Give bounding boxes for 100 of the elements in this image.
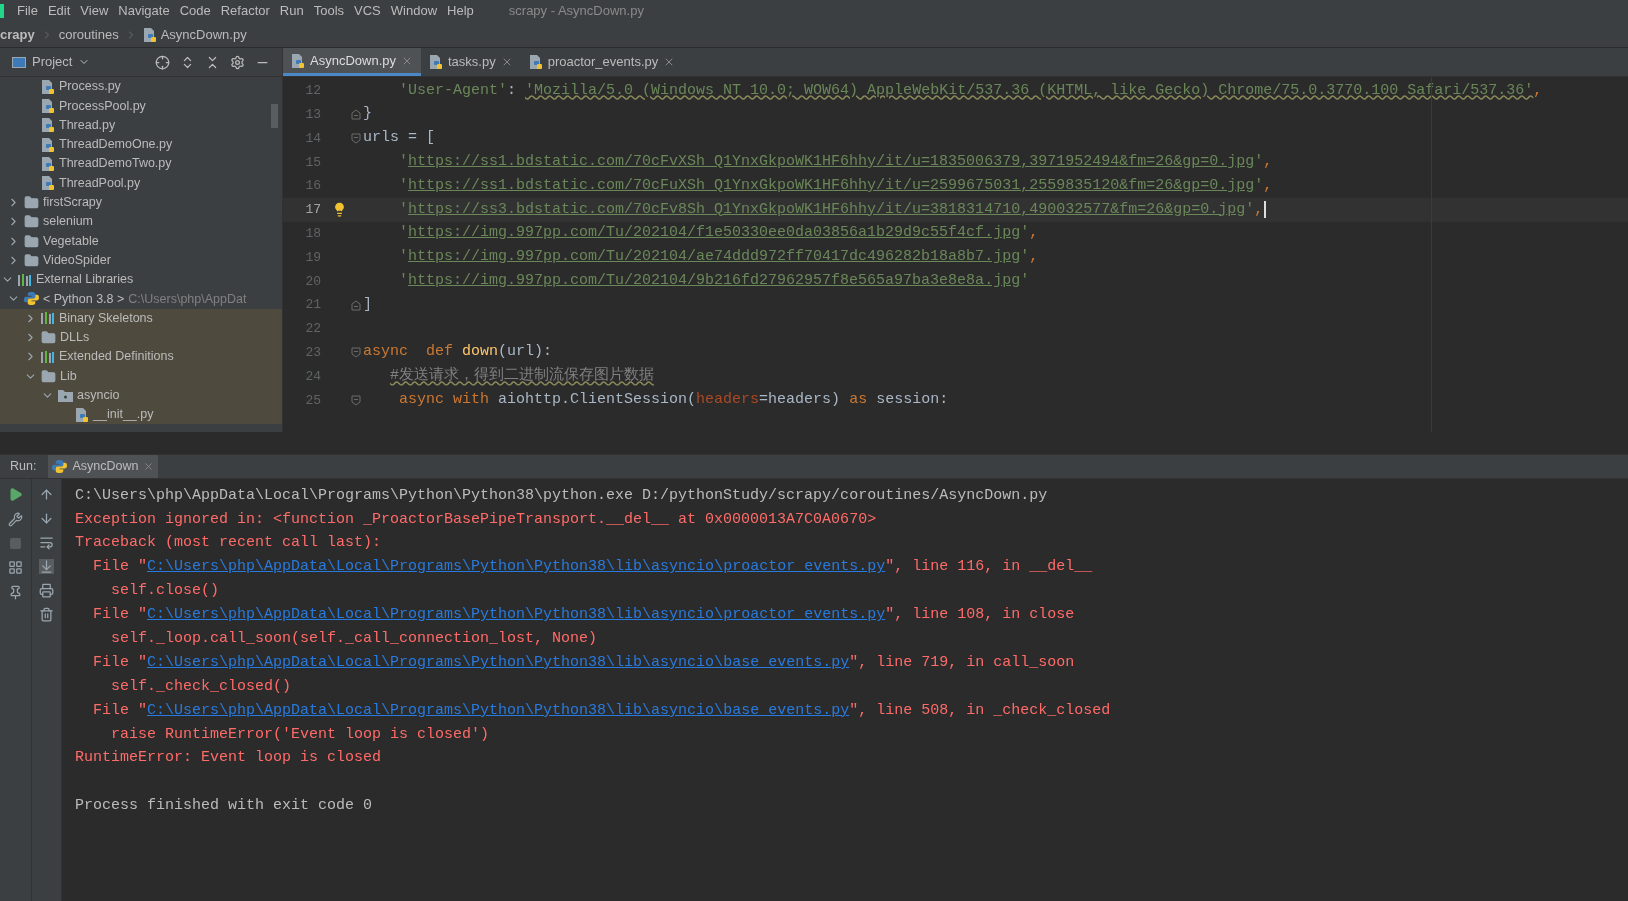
menu-item[interactable]: Refactor	[215, 1, 275, 21]
code-token: as	[849, 390, 869, 410]
trash-icon[interactable]	[39, 607, 54, 622]
soft-wrap-icon[interactable]	[39, 535, 54, 550]
console-text: File "	[93, 557, 148, 578]
menu-item[interactable]: Tools	[308, 1, 350, 21]
run-label: Run:	[10, 458, 37, 476]
run-icon[interactable]	[8, 487, 23, 502]
breadcrumb-item[interactable]: AsyncDown.py	[142, 24, 247, 45]
tree-item[interactable]: asyncio	[0, 385, 282, 406]
scroll-to-end-icon[interactable]	[39, 559, 54, 574]
project-view-dropdown[interactable]: Project	[12, 52, 91, 72]
code-token: down	[462, 342, 499, 363]
menu-item[interactable]: Edit	[42, 1, 76, 21]
tree-item[interactable]: Binary Skeletons	[0, 308, 282, 328]
fold-marker-icon[interactable]	[351, 394, 361, 406]
file-link[interactable]: C:\Users\php\AppData\Local\Programs\Python\Python38\lib\asyncio\base_events.py	[147, 651, 850, 675]
console-text: Exception ignored in: <function _ProactorBasePipeTransport.__del__ at 0x0000013A7C0A0670>	[75, 509, 877, 530]
tree-item[interactable]: Thread.py	[0, 115, 282, 135]
layout-icon[interactable]	[8, 560, 23, 575]
close-icon[interactable]	[143, 461, 155, 472]
editor-tab[interactable]: AsyncDown.py	[283, 48, 421, 76]
python-logo-icon	[24, 291, 39, 307]
tree-item[interactable]: DLLs	[0, 327, 282, 348]
fold-marker-icon[interactable]	[351, 299, 361, 311]
console-text: RuntimeError: Event loop is closed	[75, 748, 382, 769]
tree-item[interactable]: ThreadDemoOne.py	[0, 134, 282, 155]
fold-marker-icon[interactable]	[351, 347, 361, 359]
code-token: =headers)	[759, 390, 842, 410]
line-number: 17	[304, 201, 321, 220]
menu-item[interactable]: View	[75, 1, 114, 21]
console-text: C:\Users\php\AppData\Local\Programs\Python\Python38\python.exe D:/pythonStudy/scrapy/coroutines/AsyncDown.py	[75, 485, 1048, 506]
console-text: self._check_closed()	[111, 676, 292, 697]
console-text: Process finished with exit code 0	[75, 796, 373, 817]
code-token: '	[399, 152, 409, 173]
tree-item[interactable]: selenium	[0, 212, 282, 232]
console-text: Traceback (most recent call last):	[75, 533, 382, 554]
breadcrumb-item[interactable]: coroutines	[58, 24, 119, 45]
python-file-icon	[429, 54, 443, 70]
run-tab[interactable]: AsyncDown	[48, 455, 159, 478]
tree-item[interactable]: Process.py	[0, 77, 282, 97]
file-link[interactable]: C:\Users\php\AppData\Local\Programs\Python\Python38\lib\asyncio\proactor_events.py	[147, 604, 886, 627]
file-link[interactable]: C:\Users\php\AppData\Local\Programs\Python\Python38\lib\asyncio\proactor_events.py	[147, 556, 886, 579]
file-link[interactable]: C:\Users\php\AppData\Local\Programs\Python\Python38\lib\asyncio\base_events.py	[147, 699, 850, 723]
editor-tab[interactable]: tasks.py	[421, 48, 521, 76]
line-number: 14	[304, 129, 321, 148]
code-token: async def	[363, 342, 454, 363]
python-file-icon	[41, 175, 55, 192]
code-token: #发送请求，得到二进制流保存图片数据	[390, 365, 655, 387]
fold-marker-icon[interactable]	[351, 133, 361, 144]
fold-marker-icon[interactable]	[351, 109, 361, 121]
print-icon[interactable]	[39, 583, 54, 598]
code-token: async with	[399, 390, 491, 410]
tree-item[interactable]: Vegetable	[0, 231, 282, 251]
package-folder-icon	[58, 388, 73, 402]
scrollbar[interactable]	[271, 104, 278, 128]
menu-item[interactable]: Code	[174, 1, 216, 21]
tree-item[interactable]: __init__.py	[0, 405, 282, 425]
tree-item[interactable]: ThreadPool.py	[0, 173, 282, 193]
locate-icon[interactable]	[155, 54, 170, 70]
editor-tab[interactable]: proactor_events.py	[520, 48, 684, 76]
code-token: ,	[1263, 175, 1273, 196]
tree-item[interactable]: < Python 3.8 > C:\Users\php\AppDat	[0, 289, 282, 309]
line-number: 15	[304, 153, 321, 172]
code-token: ,	[1263, 152, 1273, 173]
tree-item[interactable]: Lib	[0, 366, 282, 386]
menu-item[interactable]: File	[12, 1, 43, 21]
tree-item[interactable]: ProcessPool.py	[0, 96, 282, 116]
lightbulb-icon[interactable]	[332, 202, 347, 218]
line-number: 18	[304, 224, 321, 243]
tree-item[interactable]: VideoSpider	[0, 250, 282, 270]
settings-icon[interactable]	[230, 54, 245, 70]
menu-item[interactable]: VCS	[349, 1, 386, 21]
code-token: https://img.997pp.com/Tu/202104/ae74ddd972ff70417dc496282b18a8b7.jpg	[408, 247, 1021, 268]
line-number: 25	[304, 391, 321, 410]
breadcrumb-item[interactable]: crapy	[0, 24, 35, 45]
menu-item[interactable]: Run	[274, 1, 309, 21]
console-text: self.close()	[111, 581, 220, 602]
arrow-down-icon[interactable]	[39, 511, 54, 526]
menu-item[interactable]: Window	[385, 1, 443, 21]
console-text: self._loop.call_soon(self._call_connection_lost, None)	[111, 629, 598, 650]
menu-item[interactable]: Help	[442, 1, 479, 21]
tree-item[interactable]: firstScrapy	[0, 192, 282, 213]
tree-item[interactable]: Extended Definitions	[0, 347, 282, 367]
line-number: 24	[304, 367, 321, 386]
tree-item[interactable]: External Libraries	[0, 269, 282, 290]
window-title: scrapy - AsyncDown.py	[508, 2, 644, 21]
python-file-icon	[41, 155, 55, 172]
code-token: https://ss1.bdstatic.com/70cFuXSh_Q1YnxGkpoWK1HF6hhy/it/u=2599675031,2559835120&fm=26&gp=0.jpg	[408, 175, 1255, 196]
wrench-icon[interactable]	[8, 512, 23, 527]
tree-item[interactable]: ThreadDemoTwo.py	[0, 154, 282, 174]
library-icon	[41, 350, 55, 363]
console-text: ", line 116, in __del__	[885, 557, 1093, 578]
pin-icon[interactable]	[8, 585, 23, 600]
line-number: 23	[304, 343, 321, 362]
code-token: urls = [	[363, 128, 435, 149]
menu-item[interactable]: Navigate	[113, 1, 175, 21]
folder-icon	[24, 233, 39, 249]
code-token: '	[1254, 175, 1264, 196]
console-text: raise RuntimeError('Event loop is closed')	[111, 724, 490, 745]
